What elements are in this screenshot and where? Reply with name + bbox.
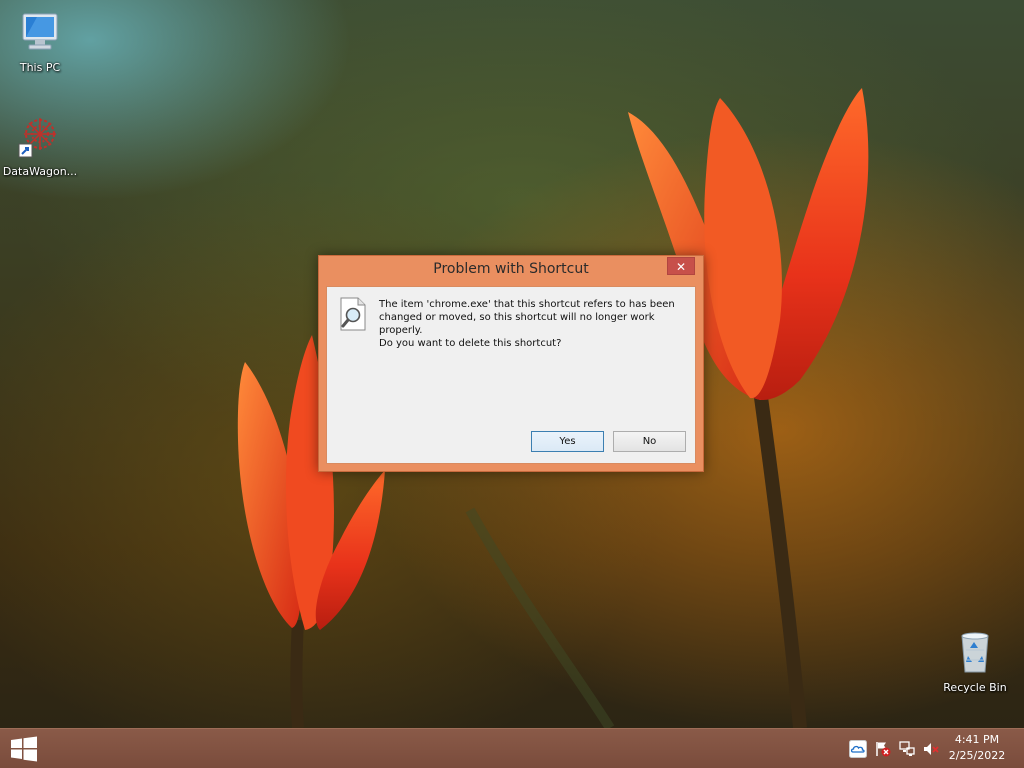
start-button[interactable] <box>10 736 38 762</box>
desktop-icon-this-pc[interactable]: This PC <box>1 10 79 74</box>
recycle-bin-icon <box>961 632 989 673</box>
taskbar-clock[interactable]: 4:41 PM 2/25/2022 <box>944 732 1010 764</box>
desktop: This PC DataWagon... Recycle Bin Problem… <box>0 0 1024 728</box>
recycle-bin-label: Recycle Bin <box>943 681 1007 694</box>
datawagon-shortcut-icon <box>18 118 56 158</box>
dialog-message: The item 'chrome.exe' that this shortcut… <box>379 299 675 336</box>
dialog-title: Problem with Shortcut <box>433 261 589 277</box>
windows-logo-icon <box>11 736 37 762</box>
taskbar: 4:41 PM 2/25/2022 <box>0 728 1024 768</box>
onedrive-cloud-icon[interactable] <box>849 740 867 758</box>
clock-date: 2/25/2022 <box>948 749 1006 762</box>
desktop-icon-datawagon[interactable]: DataWagon... <box>1 112 79 178</box>
datawagon-label: DataWagon... <box>2 165 78 178</box>
action-center-flag-icon[interactable] <box>874 740 892 758</box>
clock-time: 4:41 PM <box>954 733 1000 746</box>
network-icon[interactable] <box>898 740 916 758</box>
dialog-question: Do you want to delete this shortcut? <box>379 338 562 349</box>
close-button[interactable]: ✕ <box>667 257 695 275</box>
problem-with-shortcut-dialog: Problem with Shortcut ✕ The item 'chrome… <box>318 255 704 472</box>
volume-muted-icon[interactable] <box>922 740 940 758</box>
yes-button[interactable]: Yes <box>531 431 604 452</box>
no-button[interactable]: No <box>613 431 686 452</box>
search-document-icon <box>340 297 366 331</box>
this-pc-label: This PC <box>19 61 61 74</box>
dialog-body: The item 'chrome.exe' that this shortcut… <box>326 286 696 464</box>
this-pc-icon <box>22 13 58 50</box>
desktop-icon-recycle-bin[interactable]: Recycle Bin <box>936 630 1014 694</box>
